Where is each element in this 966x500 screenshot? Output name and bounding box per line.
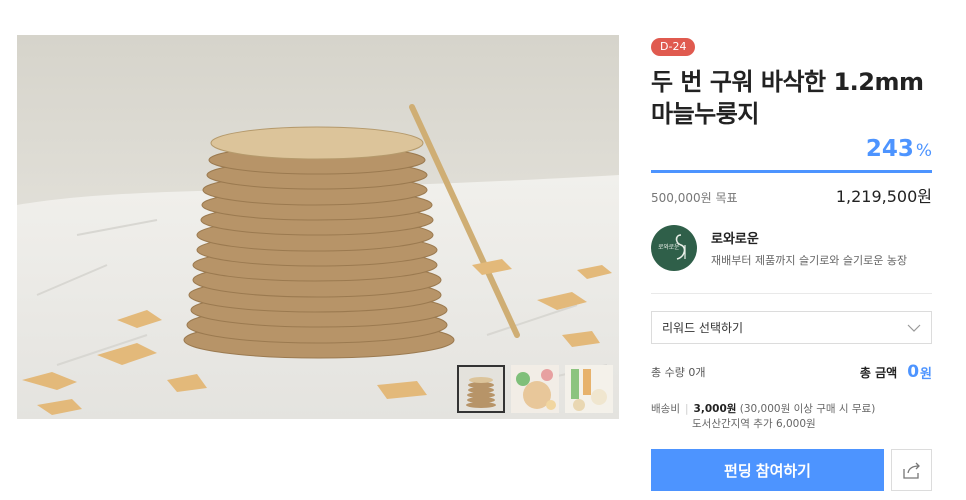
maker-description: 재배부터 제품까지 슬기로와 슬기로운 농장 xyxy=(711,254,908,267)
product-main-image xyxy=(17,35,619,419)
total-amount-value: 0 xyxy=(907,362,920,382)
shipping-extra: 도서산간지역 추가 6,000원 xyxy=(692,418,816,430)
funding-percent: 243% xyxy=(651,136,932,164)
divider xyxy=(651,293,932,294)
raised-amount: 1,219,500원 xyxy=(835,187,932,206)
maker-logo: 로와로운 xyxy=(651,225,697,271)
product-title-line2: 마늘누룽지 xyxy=(651,100,759,128)
shipping-condition: (30,000원 이상 구매 시 무료) xyxy=(739,403,876,415)
d-day-badge: D-24 xyxy=(651,38,696,56)
reward-select[interactable]: 리워드 선택하기 xyxy=(651,311,932,344)
percent-symbol: % xyxy=(915,141,932,161)
fund-participate-button[interactable]: 펀딩 참여하기 xyxy=(651,449,884,491)
funding-progress-bar xyxy=(651,170,932,173)
total-quantity: 총 수량 0개 xyxy=(651,366,706,379)
maker-profile[interactable]: 로와로운 로와로운 재배부터 제품까지 슬기로와 슬기로운 농장 xyxy=(651,225,932,271)
thumbnail-image xyxy=(511,365,559,413)
reward-select-label: 리워드 선택하기 xyxy=(662,321,744,335)
garlic-nurungji-photo xyxy=(17,35,619,419)
thumbnail-image xyxy=(565,365,613,413)
shipping-separator: | xyxy=(684,403,689,415)
thumbnail-1[interactable] xyxy=(457,365,505,413)
funding-percent-value: 243 xyxy=(865,136,914,162)
shipping-fee: 3,000원 xyxy=(693,403,737,415)
funding-progress-fill xyxy=(651,170,932,173)
product-title-line1: 두 번 구워 바삭한 1.2mm xyxy=(651,68,924,96)
thumbnail-2[interactable] xyxy=(511,365,559,413)
thumbnail-3[interactable] xyxy=(565,365,613,413)
share-icon xyxy=(902,462,920,479)
thumbnail-image xyxy=(457,365,505,413)
total-amount-unit: 원 xyxy=(920,366,932,382)
chevron-down-icon xyxy=(907,324,921,332)
goal-amount: 500,000원 목표 xyxy=(651,191,738,205)
total-amount-label: 총 금액 xyxy=(859,365,898,380)
total-amount: 총 금액 0원 xyxy=(860,362,932,382)
product-title: 두 번 구워 바삭한 1.2mm 마늘누룽지 xyxy=(651,66,932,130)
shipping-info: 배송비 | 3,000원 (30,000원 이상 구매 시 무료) 도서산간지역 추… xyxy=(651,402,932,432)
maker-name[interactable]: 로와로운 xyxy=(711,228,907,247)
share-button[interactable] xyxy=(891,449,932,491)
maker-logo-mark xyxy=(675,234,686,260)
shipping-label: 배송비 xyxy=(651,403,680,415)
image-thumbnails xyxy=(457,365,613,413)
